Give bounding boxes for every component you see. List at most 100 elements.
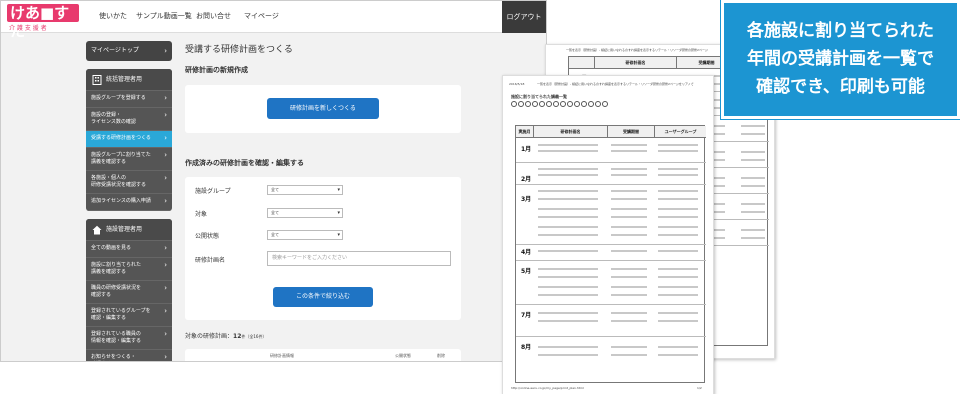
chevron-right-icon: › [164, 151, 167, 159]
sidebar-item-notices[interactable]: お知らせをつくる・ 確認する › [86, 350, 172, 361]
doc-text-line [658, 208, 698, 210]
doc-text-line [538, 354, 598, 356]
sidebar-item-license-request[interactable]: 追加ライセンスの購入申請 › [86, 194, 172, 211]
doc-text-line [611, 168, 647, 170]
sidebar-item-label: お知らせをつくる・ 確認する [91, 354, 136, 360]
doc-text-line [658, 276, 698, 278]
placeholder-circle [518, 101, 524, 107]
nav-link-contact[interactable]: お問い合せ [196, 11, 231, 21]
doc-date: 2016/5/18 [509, 82, 525, 86]
doc-text-line [658, 234, 698, 236]
nav-link-usage[interactable]: 使いかた [99, 11, 127, 21]
table-header-status: 公開状態 [395, 353, 411, 358]
doc-col-month: 実施月 [516, 126, 534, 138]
sidebar-item-register-group[interactable]: 施設グループを登録する › [86, 91, 172, 108]
filter-select-target[interactable]: 全て [267, 208, 343, 218]
doc-text-line [611, 312, 647, 314]
callout-line-1: 各施設に割り当てられた [747, 21, 934, 41]
sidebar-item-label: 各施設・個人の 研修受講状況を確認する [91, 175, 147, 188]
filter-select-status[interactable]: 全て [267, 230, 343, 240]
doc-text-line [658, 320, 698, 322]
sidebar-item-create-plan[interactable]: 受講する研修計画をつくる › [86, 131, 172, 148]
doc-front-header: 一覧を表示（研修計画）- 検証に用いなれるのすれ講座を表示するリテール・リソーダ… [537, 82, 694, 86]
result-count-label: 対象の研修計画： [185, 333, 234, 340]
printed-document-front: 2016/5/18 一覧を表示（研修計画）- 検証に用いなれるのすれ講座を表示す… [502, 75, 714, 394]
sidebar-item-label: 施設グループに割り当てた 講義を確認する [91, 152, 151, 165]
logout-button[interactable]: ログアウト [502, 1, 546, 33]
doc-text-line [658, 216, 698, 218]
doc-footer-page: 1/2 [697, 386, 702, 390]
site-logo[interactable]: けあ■すた 介 護 支 援 者 [7, 4, 79, 40]
doc-col-period: 受講期間 [608, 126, 655, 138]
placeholder-circle [560, 101, 566, 107]
doc-text-line [658, 168, 698, 170]
chevron-right-icon: › [164, 134, 167, 142]
sidebar-item-assigned-lectures[interactable]: 施設グループに割り当てた 講義を確認する › [86, 148, 172, 171]
sidebar-item-groups[interactable]: 登録されているグループを 確認・編集する › [86, 304, 172, 327]
result-count: 対象の研修計画：12件（全16件） [185, 331, 266, 340]
create-plan-button[interactable]: 研修計画を新しくつくる [267, 98, 379, 119]
doc-month-label: 7月 [521, 312, 532, 319]
doc-row-divider [516, 336, 706, 337]
chevron-right-icon: › [164, 330, 167, 338]
filter-label-group: 施設グループ [195, 188, 231, 195]
page-title: 受講する研修計画をつくる [185, 45, 293, 55]
chevron-right-icon: › [164, 307, 167, 315]
doc-text-line [538, 198, 598, 200]
doc-text-line [538, 346, 598, 348]
doc-footer-url: http://online.aeru.co.jp/my_page/print_p… [511, 386, 584, 390]
table-header-delete: 削除 [437, 353, 445, 358]
filter-select-group[interactable]: 全て [267, 185, 343, 195]
doc-text-line [538, 216, 598, 218]
doc-text-line [741, 185, 765, 187]
feature-callout: 各施設に割り当てられた 年間の受講計画を一覧で 確認でき、印刷も可能 [720, 0, 960, 120]
plan-table: 研修計画情報 公開状態 削除 [185, 349, 461, 361]
doc-month-label: 5月 [521, 268, 532, 275]
sidebar-item-staff-progress[interactable]: 職員の研修受講状況を 確認する › [86, 281, 172, 304]
sidebar-group-general-manager: 統括管理者用 施設グループを登録する › 施設の登録・ ライセンス数の確認 › 受講… [86, 69, 172, 211]
doc-text-line [658, 294, 698, 296]
doc-text-line [658, 354, 698, 356]
nav-link-sample-videos[interactable]: サンプル動画一覧 [136, 11, 192, 21]
doc-text-line [658, 198, 698, 200]
doc-text-line [611, 216, 647, 218]
doc-text-line [538, 144, 598, 146]
doc-text-line [538, 226, 598, 228]
doc-facility-name-circles [511, 101, 608, 107]
doc-title: 施設に割り当てられた講義一覧 [511, 94, 567, 99]
sidebar-item-staff-info[interactable]: 登録されている職員の 情報を確認・編集する › [86, 327, 172, 350]
placeholder-circle [581, 101, 587, 107]
plan-name-search-input[interactable]: 検索キーワードをご入力ください [267, 251, 451, 266]
filter-submit-button[interactable]: この条件で絞り込む [273, 287, 373, 307]
section-title-new-plan: 研修計画の新規作成 [185, 66, 248, 74]
sidebar-item-facility-lectures[interactable]: 施設に割り当てられた 講義を確認する › [86, 258, 172, 281]
doc-month-label: 4月 [521, 249, 532, 256]
chevron-right-icon: › [164, 261, 167, 269]
doc-text-line [611, 294, 647, 296]
nav-link-mypage[interactable]: マイページ [244, 11, 279, 21]
placeholder-circle [567, 101, 573, 107]
doc-text-line [611, 320, 647, 322]
doc-month-label: 2月 [521, 176, 532, 183]
doc-text-line [538, 174, 598, 176]
doc-text-line [611, 234, 647, 236]
doc-text-line [658, 150, 698, 152]
house-icon [92, 225, 102, 235]
doc-text-line [611, 250, 647, 252]
doc-text-line [538, 312, 598, 314]
doc-row-divider [516, 162, 706, 163]
placeholder-circle [546, 101, 552, 107]
placeholder-circle [602, 101, 608, 107]
logo-text: けあ■すた [7, 4, 79, 40]
chevron-right-icon: › [164, 111, 167, 119]
chevron-right-icon: › [164, 94, 167, 102]
doc-text-line [538, 320, 598, 322]
chevron-right-icon: › [164, 47, 167, 55]
sidebar-item-progress[interactable]: 各施設・個人の 研修受講状況を確認する › [86, 171, 172, 194]
filter-card: 施設グループ 全て 対象 全て 公開状態 全て 研修計画名 検索キーワードをご入… [185, 177, 461, 320]
table-header-plan-info: 研修計画情報 [270, 353, 294, 358]
sidebar-item-register-facility[interactable]: 施設の登録・ ライセンス数の確認 › [86, 108, 172, 131]
sidebar-item-all-videos[interactable]: 全ての動画を見る › [86, 241, 172, 258]
doc-text-line [611, 208, 647, 210]
sidebar-mypage-top[interactable]: マイページトップ › [86, 41, 172, 61]
